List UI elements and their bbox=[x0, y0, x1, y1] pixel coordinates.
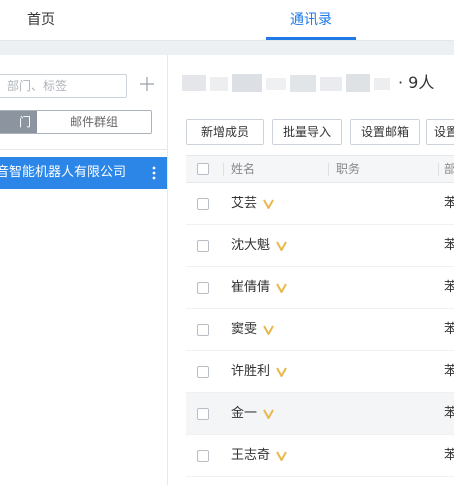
vip-badge-icon bbox=[276, 451, 287, 461]
table-row[interactable]: 窦雯 苯 bbox=[186, 309, 454, 351]
active-tab-indicator bbox=[266, 37, 356, 40]
member-count: · 9人 bbox=[398, 73, 435, 92]
add-icon[interactable] bbox=[140, 77, 154, 91]
group-type-switch: 门 邮件群组 bbox=[0, 110, 152, 134]
member-name[interactable]: 艾芸 bbox=[231, 183, 257, 225]
organization-name: 音智能机器人有限公司 bbox=[0, 165, 127, 180]
member-name[interactable]: 许胜利 bbox=[231, 351, 270, 393]
table-row[interactable]: 王志奇 苯 bbox=[186, 435, 454, 477]
row-checkbox[interactable] bbox=[197, 324, 209, 336]
row-checkbox[interactable] bbox=[197, 240, 209, 252]
search-input[interactable] bbox=[0, 74, 127, 98]
batch-import-button[interactable]: 批量导入 bbox=[272, 119, 342, 145]
nav-home-tab[interactable]: 首页 bbox=[27, 0, 55, 40]
set-mailbox-button[interactable]: 设置邮箱 bbox=[350, 119, 420, 145]
column-header-department[interactable]: 部 bbox=[444, 156, 454, 182]
add-member-button[interactable]: 新增成员 bbox=[186, 119, 264, 145]
member-name[interactable]: 金一 bbox=[231, 393, 257, 435]
mail-group-tab[interactable]: 邮件群组 bbox=[37, 111, 151, 133]
column-separator bbox=[223, 163, 224, 176]
vip-badge-icon bbox=[263, 409, 274, 419]
table-row[interactable]: 艾芸 苯 bbox=[186, 183, 454, 225]
row-checkbox[interactable] bbox=[197, 366, 209, 378]
member-panel: · 9人 新增成员 批量导入 设置邮箱 设置 姓名 职务 部 艾芸苯沈大魁苯崔倩… bbox=[168, 55, 454, 485]
vip-badge-icon bbox=[276, 283, 287, 293]
vip-badge-icon bbox=[263, 325, 274, 335]
member-department: 苯 bbox=[444, 280, 454, 295]
row-checkbox[interactable] bbox=[197, 198, 209, 210]
sidebar: 门 邮件群组 音智能机器人有限公司 bbox=[0, 55, 168, 485]
member-name[interactable]: 王志奇 bbox=[231, 435, 270, 477]
header-divider bbox=[0, 41, 454, 55]
table-row[interactable]: 许胜利 苯 bbox=[186, 351, 454, 393]
member-department: 苯 bbox=[444, 322, 454, 337]
member-name[interactable]: 崔倩倩 bbox=[231, 267, 270, 309]
row-checkbox[interactable] bbox=[197, 450, 209, 462]
member-department: 苯 bbox=[444, 406, 454, 421]
member-department: 苯 bbox=[444, 238, 454, 253]
vip-badge-icon bbox=[276, 241, 287, 251]
more-options-icon[interactable] bbox=[152, 166, 156, 180]
table-header: 姓名 职务 部 bbox=[186, 155, 454, 183]
select-all-checkbox[interactable] bbox=[197, 163, 209, 175]
table-row[interactable]: 沈大魁 苯 bbox=[186, 225, 454, 267]
sidebar-item-organization[interactable]: 音智能机器人有限公司 bbox=[0, 157, 167, 189]
table-row[interactable]: 金一 苯 bbox=[186, 393, 454, 435]
table-row[interactable]: 崔倩倩 苯 bbox=[186, 267, 454, 309]
row-checkbox[interactable] bbox=[197, 408, 209, 420]
member-name[interactable]: 沈大魁 bbox=[231, 225, 270, 267]
column-separator bbox=[438, 163, 439, 176]
column-separator bbox=[328, 163, 329, 176]
member-department: 苯 bbox=[444, 196, 454, 211]
member-name[interactable]: 窦雯 bbox=[231, 309, 257, 351]
row-checkbox[interactable] bbox=[197, 282, 209, 294]
blurred-department-title bbox=[182, 74, 390, 92]
column-header-title[interactable]: 职务 bbox=[336, 156, 360, 182]
column-header-name[interactable]: 姓名 bbox=[231, 156, 255, 182]
org-structure-tab[interactable]: 门 bbox=[0, 111, 37, 133]
member-department: 苯 bbox=[444, 364, 454, 379]
sidebar-divider bbox=[0, 149, 167, 150]
settings-button[interactable]: 设置 bbox=[426, 119, 454, 145]
vip-badge-icon bbox=[276, 367, 287, 377]
vip-badge-icon bbox=[263, 199, 274, 209]
nav-contacts-tab[interactable]: 通讯录 bbox=[266, 0, 356, 40]
top-nav-bar: 首页 通讯录 bbox=[0, 0, 454, 41]
member-department: 苯 bbox=[444, 448, 454, 463]
